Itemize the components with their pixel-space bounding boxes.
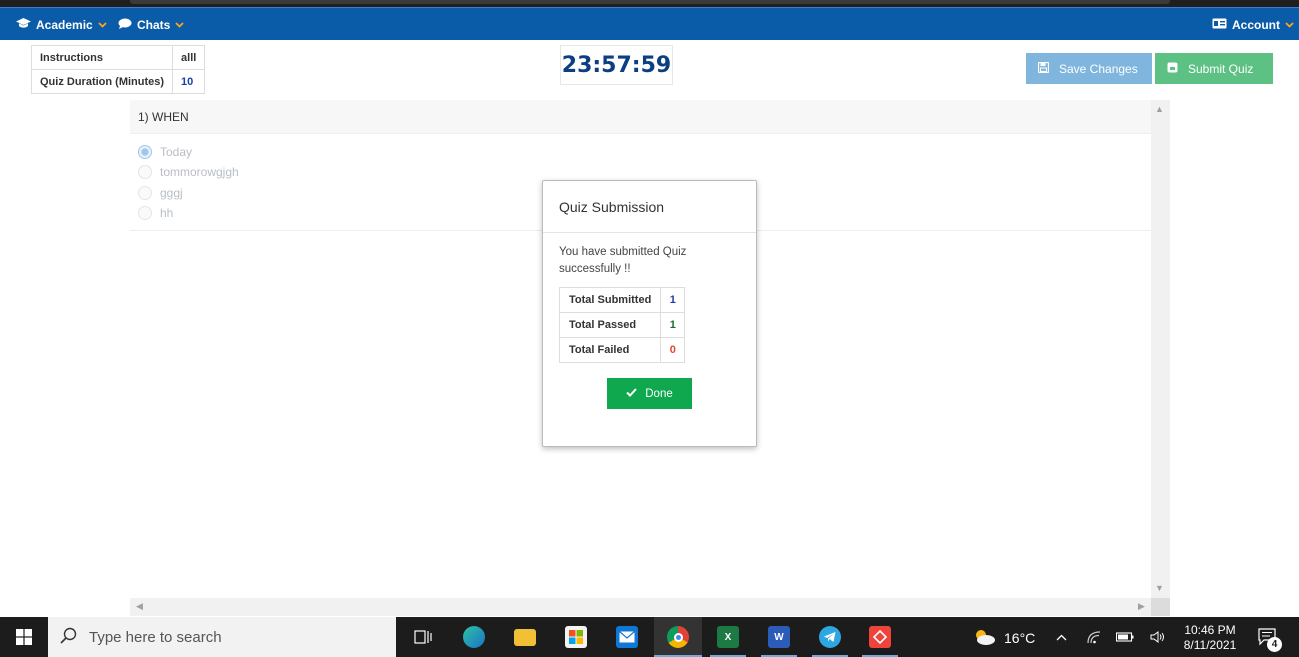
search-icon <box>60 627 77 648</box>
telegram-icon[interactable] <box>808 617 852 657</box>
result-value-passed: 1 <box>660 312 686 338</box>
radio-button-selected[interactable] <box>138 145 152 159</box>
tray-chevron-up-icon[interactable] <box>1052 617 1070 657</box>
file-explorer-icon[interactable] <box>509 617 541 657</box>
quiz-info-table: Instructions alll Quiz Duration (Minutes… <box>30 45 206 94</box>
task-view-icon[interactable] <box>408 617 438 657</box>
duration-row: Quiz Duration (Minutes) 10 <box>30 69 206 94</box>
done-button[interactable]: Done <box>607 378 692 409</box>
scroll-up-arrow-icon[interactable]: ▲ <box>1155 104 1164 114</box>
result-value-failed: 0 <box>660 337 686 363</box>
chrome-browser-icon[interactable] <box>654 617 702 657</box>
save-changes-label: Save Changes <box>1059 61 1138 76</box>
save-changes-button[interactable]: Save Changes <box>1026 53 1152 84</box>
weather-temperature: 16°C <box>1004 630 1036 646</box>
countdown-timer: 23:57:59 <box>560 45 673 85</box>
modal-title: Quiz Submission <box>543 181 756 233</box>
option-label: Today <box>160 145 193 159</box>
duration-value: 10 <box>172 69 206 94</box>
scroll-down-arrow-icon[interactable]: ▼ <box>1155 583 1164 593</box>
battery-icon[interactable] <box>1114 617 1136 657</box>
system-clock[interactable]: 10:46 PM 8/11/2021 <box>1174 617 1246 657</box>
result-label: Total Submitted <box>558 287 662 313</box>
nav-academic-label: Academic <box>36 17 93 32</box>
weather-cloud-sun-icon[interactable] <box>968 617 1000 657</box>
notification-center-icon[interactable]: 4 <box>1250 617 1286 657</box>
chevron-down-icon <box>98 19 107 31</box>
results-row: Total Submitted 1 <box>558 287 686 313</box>
instructions-label: Instructions <box>30 45 174 70</box>
result-label: Total Failed <box>558 337 662 363</box>
word-icon[interactable]: W <box>757 617 801 657</box>
option-hh[interactable]: hh <box>138 203 173 223</box>
instructions-row: Instructions alll <box>30 45 206 70</box>
horizontal-scrollbar[interactable]: ◀ ▶ <box>130 598 1151 616</box>
option-label: gggj <box>160 186 183 200</box>
chat-bubble-icon <box>118 18 132 32</box>
radio-button[interactable] <box>138 186 152 200</box>
nav-account-label: Account <box>1232 17 1280 32</box>
option-label: hh <box>160 206 174 220</box>
submit-square-icon <box>1167 62 1178 76</box>
results-row: Total Passed 1 <box>558 312 686 338</box>
result-label: Total Passed <box>558 312 662 338</box>
nav-academic[interactable]: Academic <box>16 8 107 41</box>
mail-icon[interactable] <box>611 617 643 657</box>
option-label: tommorowgjgh <box>160 165 239 179</box>
results-row: Total Failed 0 <box>558 337 686 363</box>
taskbar-search-box[interactable]: Type here to search <box>48 617 396 657</box>
id-card-icon <box>1212 18 1227 32</box>
results-table: Total Submitted 1 Total Passed 1 Total F… <box>558 287 686 363</box>
modal-message: You have submitted Quiz successfully !! <box>559 246 687 275</box>
volume-icon[interactable] <box>1146 617 1168 657</box>
nav-chats-label: Chats <box>137 17 171 32</box>
option-tommorowgjgh[interactable]: tommorowgjgh <box>138 162 239 182</box>
duration-label: Quiz Duration (Minutes) <box>30 69 174 94</box>
floppy-disk-icon <box>1037 61 1050 76</box>
windows-taskbar: Type here to search X W 16°C 10:46 PM 8/… <box>0 617 1299 657</box>
windows-start-icon[interactable] <box>0 617 48 657</box>
scroll-left-arrow-icon[interactable]: ◀ <box>136 601 143 612</box>
anydesk-icon[interactable] <box>858 617 902 657</box>
notification-count-badge: 4 <box>1267 637 1282 652</box>
submit-quiz-label: Submit Quiz <box>1188 61 1254 76</box>
question-title: 1) WHEN <box>130 100 1151 134</box>
vertical-scrollbar[interactable]: ▲ ▼ <box>1151 100 1170 598</box>
chevron-down-icon <box>1285 19 1294 31</box>
nav-chats[interactable]: Chats <box>118 8 184 41</box>
option-today[interactable]: Today <box>138 142 192 162</box>
search-placeholder: Type here to search <box>89 628 222 646</box>
chevron-down-icon <box>175 19 184 31</box>
submit-quiz-button[interactable]: Submit Quiz <box>1155 53 1273 84</box>
clock-time: 10:46 PM <box>1184 622 1236 637</box>
microsoft-store-icon[interactable] <box>560 617 592 657</box>
top-navbar: Academic Chats Account <box>0 7 1299 40</box>
done-label: Done <box>645 387 673 400</box>
instructions-value: alll <box>172 45 206 70</box>
quiz-submission-modal: Quiz Submission You have submitted Quiz … <box>542 180 757 447</box>
excel-icon[interactable]: X <box>706 617 750 657</box>
check-icon <box>626 387 637 400</box>
option-gggj[interactable]: gggj <box>138 183 183 203</box>
nav-account[interactable]: Account <box>1212 8 1294 41</box>
result-value-submitted: 1 <box>660 287 686 313</box>
radio-button[interactable] <box>138 206 152 220</box>
clock-date: 8/11/2021 <box>1183 637 1237 652</box>
wifi-icon[interactable] <box>1084 617 1104 657</box>
edge-browser-icon[interactable] <box>458 617 490 657</box>
scrollbar-corner <box>1151 598 1170 616</box>
graduation-cap-icon <box>16 17 31 32</box>
radio-button[interactable] <box>138 165 152 179</box>
scroll-right-arrow-icon[interactable]: ▶ <box>1138 601 1145 612</box>
browser-chrome <box>0 0 1299 7</box>
